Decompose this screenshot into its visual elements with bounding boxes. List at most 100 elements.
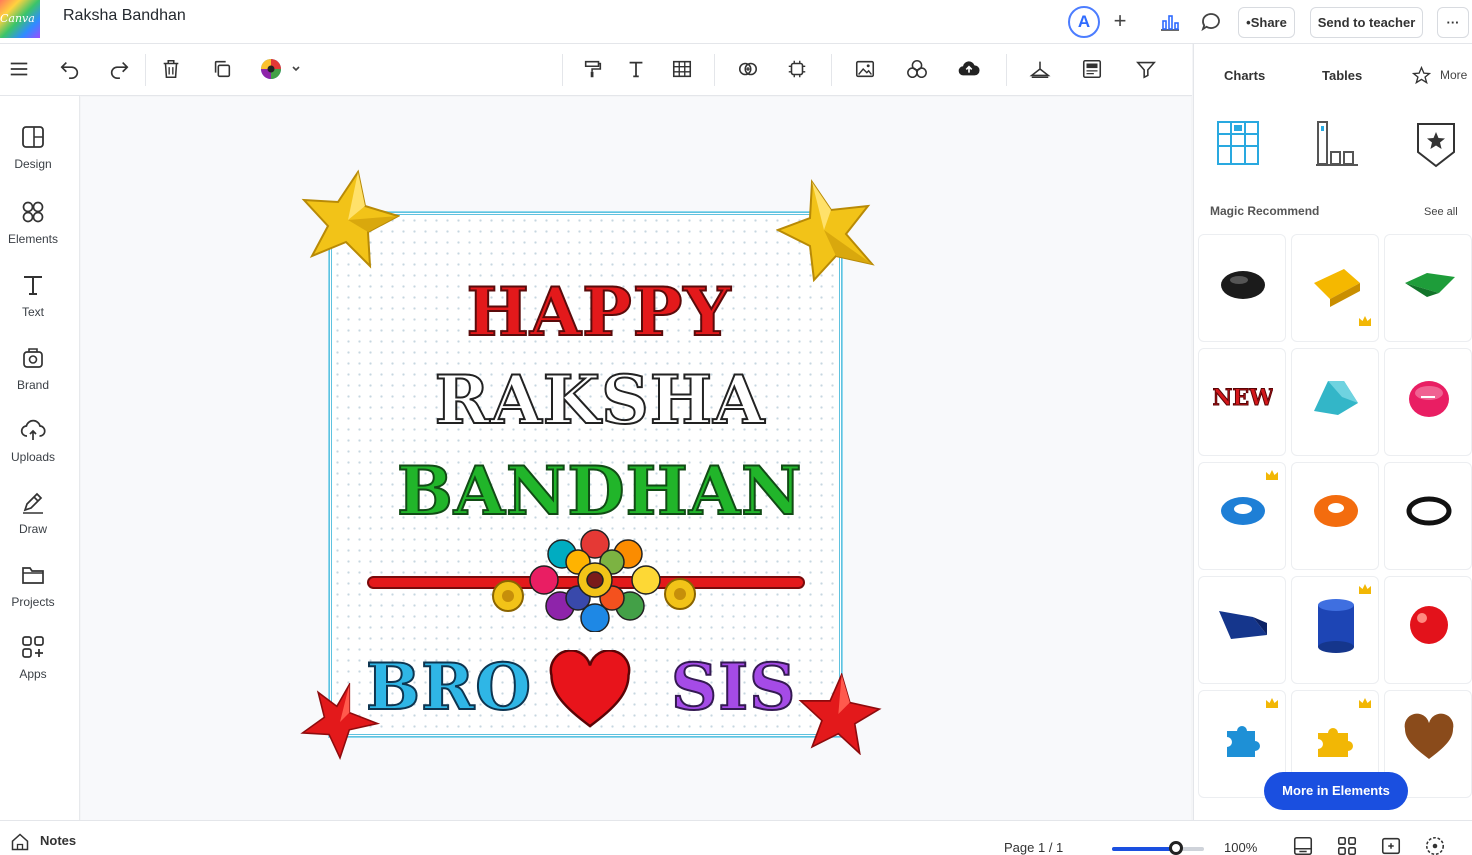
share-button[interactable]: •Share xyxy=(1238,7,1295,38)
elements-icon xyxy=(22,201,44,223)
rail-item-text[interactable]: Text xyxy=(0,272,66,338)
raksha-text[interactable]: RAKSHA xyxy=(415,360,785,440)
happy-text[interactable]: HAPPY xyxy=(429,272,769,352)
zoom-level[interactable]: 100% xyxy=(1224,840,1257,855)
toolbar-divider xyxy=(831,54,832,86)
draw-icon xyxy=(23,492,43,514)
image-icon[interactable] xyxy=(852,56,878,82)
list-item[interactable] xyxy=(1198,462,1286,570)
badge-icon[interactable] xyxy=(1412,116,1460,170)
undo-icon[interactable] xyxy=(57,56,83,82)
format-paint-icon[interactable] xyxy=(580,56,606,82)
add-collaborator-button[interactable]: + xyxy=(1109,8,1131,34)
premium-crown-icon xyxy=(1266,470,1278,480)
rail-item-projects[interactable]: Projects xyxy=(0,562,66,628)
redo-icon[interactable] xyxy=(106,56,132,82)
comment-icon[interactable] xyxy=(1199,10,1223,34)
more-in-elements-button[interactable]: More in Elements xyxy=(1264,772,1408,810)
more-options-button[interactable]: ··· xyxy=(1437,7,1469,38)
rakhi-illustration[interactable] xyxy=(366,528,806,632)
tab-tables[interactable]: Tables xyxy=(1322,68,1362,83)
star-icon[interactable] xyxy=(1412,66,1431,85)
grid-view-icon[interactable] xyxy=(1336,835,1358,855)
list-item[interactable] xyxy=(1291,462,1379,570)
send-to-teacher-button[interactable]: Send to teacher xyxy=(1310,7,1423,38)
delete-icon[interactable] xyxy=(158,56,184,82)
rail-item-design[interactable]: Design xyxy=(0,124,66,190)
list-item[interactable] xyxy=(1198,576,1286,684)
bar-chart-icon[interactable] xyxy=(1312,116,1360,170)
rail-label: Text xyxy=(21,305,44,319)
document-title[interactable]: Raksha Bandhan xyxy=(63,7,186,25)
zoom-slider[interactable] xyxy=(1112,847,1204,851)
tab-more[interactable]: More xyxy=(1440,68,1467,82)
rail-item-brand[interactable]: Brand xyxy=(0,345,66,411)
fullscreen-icon[interactable] xyxy=(1380,835,1402,855)
new-text-icon: NEW xyxy=(1213,385,1273,412)
apps-icon xyxy=(22,636,44,658)
red-star-bottom-right[interactable] xyxy=(798,673,882,755)
frame-icon[interactable] xyxy=(1079,56,1105,82)
editor-toolbar xyxy=(0,44,1192,96)
gold-star-top-right[interactable] xyxy=(776,178,876,282)
hanger-icon[interactable] xyxy=(1027,56,1053,82)
link-icon[interactable] xyxy=(735,56,761,82)
teal-dome-icon xyxy=(1314,381,1358,415)
zoom-slider-handle[interactable] xyxy=(1169,841,1184,855)
rail-item-apps[interactable]: Apps xyxy=(0,634,66,700)
page-indicator[interactable]: Page 1 / 1 xyxy=(1004,840,1063,855)
user-avatar[interactable]: A xyxy=(1068,6,1100,38)
rail-item-elements[interactable]: Elements xyxy=(0,199,66,265)
rail-label: Apps xyxy=(19,667,47,681)
group-icon[interactable] xyxy=(784,56,810,82)
rail-item-uploads[interactable]: Uploads xyxy=(0,417,66,483)
notes-icon[interactable] xyxy=(10,832,30,852)
list-item[interactable] xyxy=(1384,234,1472,342)
shapes-icon[interactable] xyxy=(904,56,930,82)
app-logo[interactable]: Canva xyxy=(0,0,40,38)
bro-text[interactable]: BRO xyxy=(365,649,532,726)
color-icon[interactable] xyxy=(259,56,303,82)
toolbar-divider xyxy=(714,54,715,86)
yellow-wedge-icon xyxy=(1314,269,1360,307)
see-all-link[interactable]: See all xyxy=(1424,206,1458,218)
list-item[interactable] xyxy=(1291,234,1379,342)
bandhan-text[interactable]: BANDHAN xyxy=(396,451,802,531)
sis-text[interactable]: SIS xyxy=(670,649,796,726)
navy-prism-icon xyxy=(1219,611,1267,639)
chart-table-icon[interactable] xyxy=(1214,116,1262,170)
toolbar-divider xyxy=(1006,54,1007,86)
list-item[interactable] xyxy=(1291,348,1379,456)
red-sphere-icon xyxy=(1410,606,1448,644)
list-item[interactable] xyxy=(1384,576,1472,684)
top-bar: Canva Raksha Bandhan A + •Share Send to … xyxy=(0,0,1472,44)
brand-icon xyxy=(23,348,43,368)
list-item[interactable]: NEW xyxy=(1198,348,1286,456)
duplicate-icon[interactable] xyxy=(209,56,235,82)
side-navigation: Design Elements Text Brand Uploads Draw … xyxy=(0,96,80,820)
premium-crown-icon xyxy=(1266,698,1278,708)
filter-icon[interactable] xyxy=(1133,56,1159,82)
help-icon[interactable] xyxy=(1424,835,1446,855)
layout-icon[interactable] xyxy=(1292,835,1314,855)
blue-cylinder-icon xyxy=(1318,599,1354,653)
red-star-bottom-left[interactable] xyxy=(298,683,382,761)
table-icon[interactable] xyxy=(669,56,695,82)
rail-label: Projects xyxy=(11,595,55,609)
rail-label: Uploads xyxy=(10,450,56,464)
tab-charts[interactable]: Charts xyxy=(1224,68,1265,83)
text-icon[interactable] xyxy=(623,56,649,82)
notes-button[interactable]: Notes xyxy=(40,833,76,848)
analytics-icon[interactable] xyxy=(1158,10,1182,34)
rail-item-draw[interactable]: Draw xyxy=(0,489,66,555)
list-item[interactable] xyxy=(1384,462,1472,570)
uploads-icon xyxy=(20,419,46,440)
list-item[interactable] xyxy=(1291,576,1379,684)
menu-icon[interactable] xyxy=(6,56,32,82)
orange-ring-icon xyxy=(1314,495,1358,527)
cloud-upload-icon[interactable] xyxy=(956,56,982,82)
list-item[interactable] xyxy=(1198,234,1286,342)
heart-shape[interactable] xyxy=(549,650,631,730)
gold-star-top-left[interactable] xyxy=(300,168,400,272)
list-item[interactable] xyxy=(1384,348,1472,456)
